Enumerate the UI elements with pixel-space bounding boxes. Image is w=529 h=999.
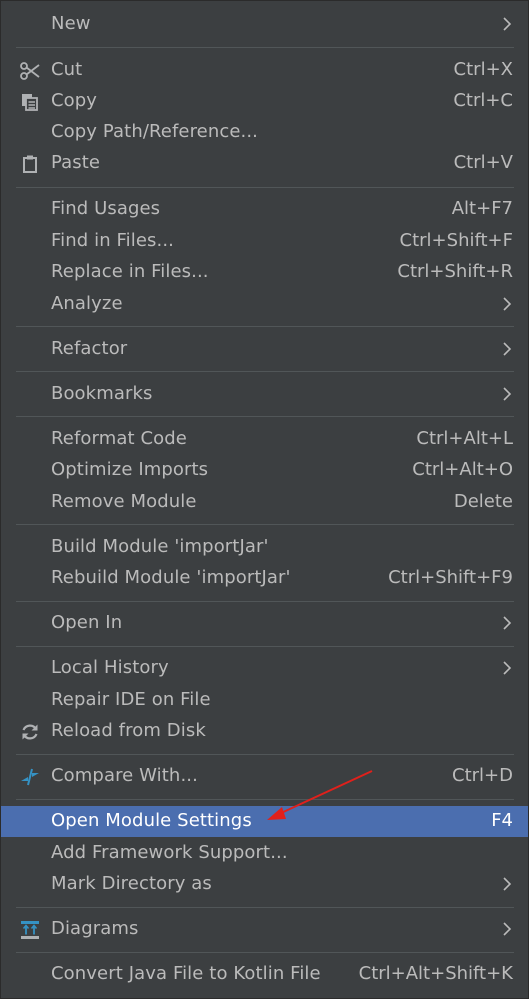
menu-item-shortcut: Ctrl+V [453, 152, 513, 173]
compare-icon [19, 766, 41, 788]
menu-item-paste[interactable]: Paste Ctrl+V [1, 148, 528, 179]
menu-item-shortcut: Ctrl+Shift+R [397, 261, 513, 282]
chevron-right-icon [503, 17, 512, 31]
separator [16, 799, 514, 800]
separator [16, 416, 514, 417]
menu-item-diagrams[interactable]: Diagrams [1, 914, 528, 945]
separator [16, 646, 514, 647]
diagrams-icon [19, 919, 41, 941]
menu-item-label: Open In [51, 612, 123, 633]
separator [16, 371, 514, 372]
menu-item-refactor[interactable]: Refactor [1, 334, 528, 365]
menu-item-local-history[interactable]: Local History [1, 653, 528, 684]
menu-item-rebuild-module[interactable]: Rebuild Module 'importJar' Ctrl+Shift+F9 [1, 563, 528, 594]
separator [16, 326, 514, 327]
separator [16, 47, 514, 48]
menu-item-label: Reload from Disk [51, 720, 206, 741]
menu-item-mark-directory-as[interactable]: Mark Directory as [1, 869, 528, 900]
menu-item-shortcut: Ctrl+C [453, 90, 513, 111]
menu-item-label: Paste [51, 152, 101, 173]
separator [16, 952, 514, 953]
menu-item-label: Rebuild Module 'importJar' [51, 567, 291, 588]
menu-item-optimize-imports[interactable]: Optimize Imports Ctrl+Alt+O [1, 455, 528, 486]
chevron-right-icon [503, 661, 512, 675]
chevron-right-icon [503, 877, 512, 891]
separator [16, 907, 514, 908]
chevron-right-icon [503, 342, 512, 356]
menu-item-shortcut: Delete [453, 491, 513, 512]
menu-item-label: Refactor [51, 338, 128, 359]
menu-item-shortcut: Ctrl+Alt+Shift+K [358, 963, 513, 984]
menu-item-replace-in-files[interactable]: Replace in Files... Ctrl+Shift+R [1, 257, 528, 288]
chevron-right-icon [503, 387, 512, 401]
menu-item-shortcut: Ctrl+Shift+F [399, 230, 513, 251]
chevron-right-icon [503, 297, 512, 311]
menu-item-shortcut: Ctrl+D [452, 765, 513, 786]
scissors-icon [19, 60, 41, 82]
menu-item-open-in[interactable]: Open In [1, 608, 528, 639]
context-menu: New Cut Ctrl+X Copy Ctrl+C Copy Path/Ref… [0, 0, 529, 999]
chevron-right-icon [503, 616, 512, 630]
copy-icon [19, 91, 41, 113]
menu-item-label: Cut [51, 59, 83, 80]
menu-item-label: Repair IDE on File [51, 689, 211, 710]
menu-item-cut[interactable]: Cut Ctrl+X [1, 55, 528, 86]
menu-item-label: Replace in Files... [51, 261, 209, 282]
menu-item-shortcut: Ctrl+X [453, 59, 513, 80]
menu-item-label: Remove Module [51, 491, 197, 512]
menu-item-compare-with[interactable]: Compare With... Ctrl+D [1, 761, 528, 792]
menu-item-add-framework-support[interactable]: Add Framework Support... [1, 838, 528, 869]
menu-item-reload-from-disk[interactable]: Reload from Disk [1, 716, 528, 747]
menu-item-convert-java-to-kotlin[interactable]: Convert Java File to Kotlin File Ctrl+Al… [1, 959, 528, 990]
menu-item-find-in-files[interactable]: Find in Files... Ctrl+Shift+F [1, 226, 528, 257]
separator [16, 187, 514, 188]
menu-item-reformat-code[interactable]: Reformat Code Ctrl+Alt+L [1, 424, 528, 455]
menu-item-repair-ide[interactable]: Repair IDE on File [1, 685, 528, 716]
menu-item-analyze[interactable]: Analyze [1, 289, 528, 320]
menu-item-label: Optimize Imports [51, 459, 209, 480]
separator [16, 524, 514, 525]
menu-item-label: Compare With... [51, 765, 198, 786]
menu-item-label: Copy Path/Reference... [51, 121, 258, 142]
menu-item-label: Diagrams [51, 918, 139, 939]
reload-icon [19, 721, 41, 743]
menu-item-shortcut: Ctrl+Alt+L [416, 428, 513, 449]
menu-item-find-usages[interactable]: Find Usages Alt+F7 [1, 194, 528, 225]
menu-item-label: Analyze [51, 293, 123, 314]
menu-item-label: Open Module Settings [51, 810, 252, 831]
menu-item-bookmarks[interactable]: Bookmarks [1, 379, 528, 410]
menu-item-remove-module[interactable]: Remove Module Delete [1, 487, 528, 518]
menu-item-label: Add Framework Support... [51, 842, 288, 863]
menu-item-label: New [51, 13, 91, 34]
menu-item-label: Bookmarks [51, 383, 153, 404]
separator [16, 601, 514, 602]
menu-item-copy[interactable]: Copy Ctrl+C [1, 86, 528, 117]
menu-item-label: Build Module 'importJar' [51, 536, 269, 557]
menu-item-label: Convert Java File to Kotlin File [51, 963, 321, 984]
menu-item-copy-path[interactable]: Copy Path/Reference... [1, 117, 528, 148]
menu-item-label: Local History [51, 657, 169, 678]
menu-item-label: Find Usages [51, 198, 161, 219]
menu-item-label: Find in Files... [51, 230, 174, 251]
menu-item-open-module-settings[interactable]: Open Module Settings F4 [1, 806, 528, 837]
menu-item-new[interactable]: New [1, 9, 528, 40]
menu-item-shortcut: Ctrl+Alt+O [412, 459, 513, 480]
menu-item-label: Mark Directory as [51, 873, 212, 894]
menu-item-shortcut: Alt+F7 [451, 198, 513, 219]
menu-item-label: Reformat Code [51, 428, 187, 449]
separator [16, 754, 514, 755]
menu-item-shortcut: Ctrl+Shift+F9 [388, 567, 513, 588]
menu-item-shortcut: F4 [491, 810, 513, 831]
menu-item-build-module[interactable]: Build Module 'importJar' [1, 532, 528, 563]
chevron-right-icon [503, 922, 512, 936]
clipboard-icon [19, 153, 41, 175]
menu-item-label: Copy [51, 90, 98, 111]
